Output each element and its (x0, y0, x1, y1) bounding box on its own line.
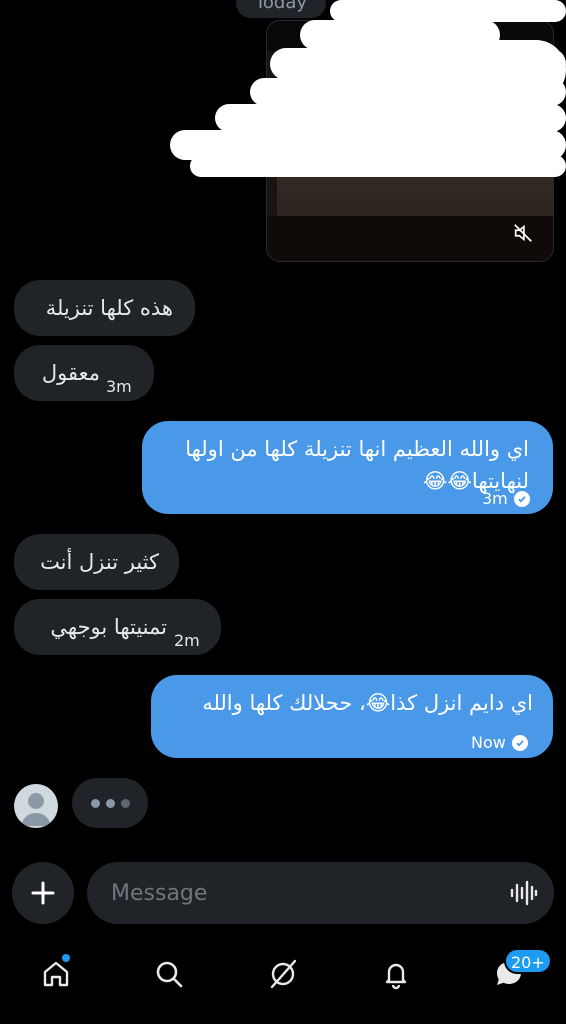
message-timestamp: 3m (106, 377, 132, 396)
incoming-message[interactable]: كثير تنزل أنت (14, 534, 179, 590)
notifications-icon[interactable] (376, 954, 416, 994)
add-attachment-button[interactable] (12, 862, 74, 924)
bottom-navigation (0, 940, 566, 1010)
messages-badge: 20+ (504, 948, 552, 974)
message-timestamp: 2m (174, 631, 200, 650)
sent-check-icon (513, 491, 530, 507)
plus-icon (31, 881, 55, 905)
message-status: Now (471, 727, 528, 759)
typing-indicator (72, 778, 148, 828)
voice-message-icon[interactable] (508, 878, 538, 908)
typing-dot (90, 798, 100, 808)
message-status: 3m (482, 483, 530, 515)
home-icon[interactable] (36, 954, 76, 994)
message-text: اي دايم انزل كذا😂، ححلالك كلها والله (202, 691, 533, 715)
message-text: معقول (41, 361, 100, 385)
message-composer (87, 862, 554, 924)
date-divider: Today (236, 0, 326, 18)
message-timestamp: 3m (482, 489, 508, 508)
message-text: تمنيتها بوجهي (50, 615, 167, 639)
message-text-line1: اي والله العظيم انها تنزيلة كلها من اوله… (185, 437, 529, 461)
incoming-message[interactable]: تمنيتها بوجهي 2m (14, 599, 221, 655)
mute-icon[interactable] (509, 219, 537, 247)
message-timestamp: Now (471, 733, 506, 752)
search-icon[interactable] (149, 954, 189, 994)
home-notification-dot (62, 954, 70, 962)
message-text-line2: لنهايتها😂😂 (422, 469, 529, 493)
message-text: كثير تنزل أنت (40, 550, 159, 574)
message-input[interactable] (109, 879, 494, 907)
typing-dot (105, 798, 115, 808)
outgoing-message[interactable]: اي دايم انزل كذا😂، ححلالك كلها والله Now (151, 675, 553, 758)
message-text: هذه كلها تنزيلة (45, 296, 173, 320)
typing-dot (120, 798, 130, 808)
grok-icon[interactable] (263, 954, 303, 994)
sent-check-icon (511, 735, 528, 751)
incoming-message[interactable]: معقول 3m (14, 345, 154, 401)
avatar[interactable] (14, 784, 58, 828)
outgoing-message[interactable]: اي والله العظيم انها تنزيلة كلها من اوله… (142, 421, 553, 514)
incoming-message[interactable]: هذه كلها تنزيلة (14, 280, 195, 336)
